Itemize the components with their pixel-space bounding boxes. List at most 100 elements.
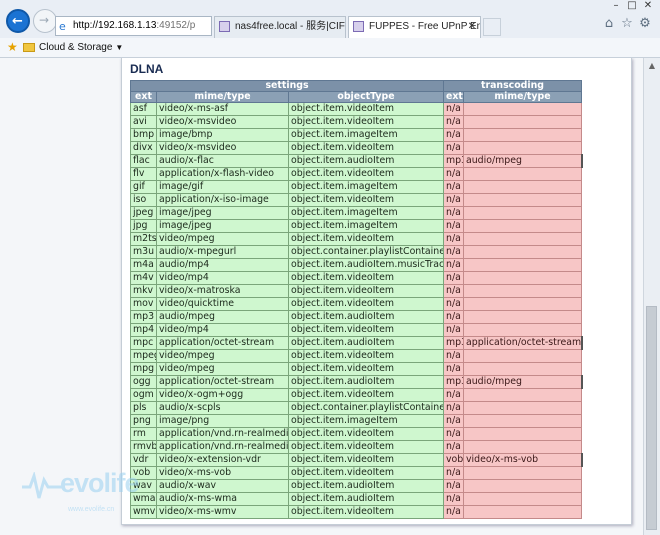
address-host: http://192.168.1.13 xyxy=(73,20,157,31)
cell-mime-type: video/x-ogm+ogg xyxy=(156,388,289,402)
table-row: m4v video/mp4 object.item.videoItem n/a xyxy=(130,271,582,285)
cell-ext: mov xyxy=(130,297,157,311)
table-row: mp4 video/mp4 object.item.videoItem n/a xyxy=(130,323,582,337)
cell-transcode-mime xyxy=(463,141,582,155)
cell-transcode-mime xyxy=(463,505,582,519)
cell-object-type: object.container.playlistContainer xyxy=(288,401,444,415)
cell-object-type: object.item.videoItem xyxy=(288,141,444,155)
cell-transcode-mime xyxy=(463,349,582,363)
cell-transcode-ext: n/a xyxy=(443,401,464,415)
tab-nas4free[interactable]: nas4free.local - 服务|CIFS/S... xyxy=(214,16,346,38)
cell-object-type: object.item.audioItem xyxy=(288,154,444,168)
cell-object-type: object.item.videoItem xyxy=(288,505,444,519)
cell-ext: png xyxy=(130,414,157,428)
cell-transcode-mime xyxy=(463,310,582,324)
cell-transcode-ext: n/a xyxy=(443,427,464,441)
cell-ext: jpg xyxy=(130,219,157,233)
cell-mime-type: audio/x-ms-wma xyxy=(156,492,289,506)
cell-mime-type: application/octet-stream xyxy=(156,375,289,389)
back-button[interactable]: ← xyxy=(6,9,30,33)
cell-transcode-ext: n/a xyxy=(443,232,464,246)
settings-group-header: settings xyxy=(130,80,444,92)
cell-ext: mp4 xyxy=(130,323,157,337)
vertical-scrollbar[interactable]: ▲ xyxy=(643,58,660,535)
cell-mime-type: audio/mp4 xyxy=(156,258,289,272)
new-tab-button[interactable] xyxy=(483,18,501,36)
cell-transcode-mime xyxy=(463,388,582,402)
column-header-ext: ext xyxy=(130,91,157,103)
cell-transcode-ext: n/a xyxy=(443,284,464,298)
cell-transcode-ext: vob xyxy=(443,453,464,467)
cell-transcode-mime xyxy=(463,219,582,233)
cell-transcode-ext: n/a xyxy=(443,479,464,493)
cell-mime-type: application/vnd.rn-realmedia xyxy=(156,427,289,441)
cell-object-type: object.item.videoItem xyxy=(288,284,444,298)
cell-object-type: object.item.imageItem xyxy=(288,414,444,428)
cell-ext: m3u xyxy=(130,245,157,259)
cell-object-type: object.item.imageItem xyxy=(288,219,444,233)
dlna-mime-table: settings transcoding ext mime/type objec… xyxy=(130,80,583,519)
favorites-star-icon[interactable]: ☆ xyxy=(619,16,635,32)
cell-mime-type: image/jpeg xyxy=(156,219,289,233)
cell-object-type: object.item.videoItem xyxy=(288,453,444,467)
cell-transcode-mime xyxy=(463,362,582,376)
cell-object-type: object.item.videoItem xyxy=(288,102,444,116)
forward-arrow-icon: → xyxy=(39,13,50,27)
cell-transcode-mime xyxy=(463,167,582,181)
scroll-thumb[interactable] xyxy=(646,306,657,530)
table-row: flacaudio/x-flacobject.item.audioItemmp3… xyxy=(130,154,583,168)
cell-transcode-ext: n/a xyxy=(443,180,464,194)
cell-object-type: object.item.videoItem xyxy=(288,167,444,181)
cell-mime-type: image/gif xyxy=(156,180,289,194)
cell-transcode-mime: audio/mpeg xyxy=(463,375,583,389)
tab-fuppes[interactable]: FUPPES - Free UPnP Ente... ✕ xyxy=(348,16,481,38)
table-row: rmvb application/vnd.rn-realmedia object.i… xyxy=(130,440,582,454)
cell-transcode-ext: n/a xyxy=(443,245,464,259)
table-row: ogg application/octet-stream object.item.a… xyxy=(130,375,583,389)
cell-ext: divx xyxy=(130,141,157,155)
cell-transcode-mime: application/octet-stream xyxy=(463,336,583,350)
cell-ext: m4a xyxy=(130,258,157,272)
close-window-icon[interactable]: ✕ xyxy=(640,0,656,11)
table-row: m3u audio/x-mpegurl object.container.playl… xyxy=(130,245,582,259)
table-row: mpc application/octet-stream object.item.a… xyxy=(130,336,583,350)
maximize-icon[interactable]: □ xyxy=(624,0,640,11)
tab-label: nas4free.local - 服务|CIFS/S... xyxy=(235,21,345,32)
close-tab-icon[interactable]: ✕ xyxy=(468,17,476,37)
settings-gear-icon[interactable]: ⚙ xyxy=(637,16,653,32)
forward-button[interactable]: → xyxy=(33,9,57,33)
cell-transcode-mime xyxy=(463,440,582,454)
scroll-up-arrow-icon[interactable]: ▲ xyxy=(644,58,660,74)
add-favorite-star-icon[interactable]: ★ xyxy=(7,38,18,57)
cell-mime-type: application/x-iso-image xyxy=(156,193,289,207)
cell-mime-type: video/x-ms-asf xyxy=(156,102,289,116)
cell-transcode-ext: n/a xyxy=(443,310,464,324)
table-row: m4a audio/mp4 object.item.audioItem.musicT… xyxy=(130,258,582,272)
cell-object-type: object.item.videoItem xyxy=(288,349,444,363)
table-row: ogm video/x-ogm+ogg object.item.videoItem n… xyxy=(130,388,582,402)
address-bar[interactable]: ehttp://192.168.1.13:49152/p ⌕▾↻ xyxy=(55,16,212,36)
cell-object-type: object.item.audioItem xyxy=(288,375,444,389)
cell-transcode-mime xyxy=(463,180,582,194)
favorites-folder-cloud-storage[interactable]: Cloud & Storage ▼ xyxy=(39,38,123,57)
cell-transcode-ext: mp3 xyxy=(443,336,464,350)
cell-mime-type: video/mpeg xyxy=(156,232,289,246)
cell-transcode-ext: n/a xyxy=(443,388,464,402)
table-row: wmv video/x-ms-wmv object.item.videoItem n/… xyxy=(130,505,582,519)
cell-transcode-ext: n/a xyxy=(443,115,464,129)
home-icon[interactable]: ⌂ xyxy=(601,16,617,32)
minimize-icon[interactable]: – xyxy=(608,0,624,11)
cell-mime-type: application/x-flash-video xyxy=(156,167,289,181)
cell-transcode-ext: n/a xyxy=(443,466,464,480)
cell-ext: flac xyxy=(130,154,157,168)
page-title: DLNA xyxy=(130,62,164,76)
cell-transcode-ext: n/a xyxy=(443,258,464,272)
back-arrow-icon: ← xyxy=(12,14,23,29)
column-header-mime: mime/type xyxy=(156,91,289,103)
cell-mime-type: audio/x-flac xyxy=(156,154,289,168)
site-favicon-icon xyxy=(219,21,230,32)
cell-object-type: object.item.videoItem xyxy=(288,271,444,285)
cell-transcode-ext: n/a xyxy=(443,492,464,506)
cell-ext: mpc xyxy=(130,336,157,350)
cell-transcode-ext: n/a xyxy=(443,323,464,337)
